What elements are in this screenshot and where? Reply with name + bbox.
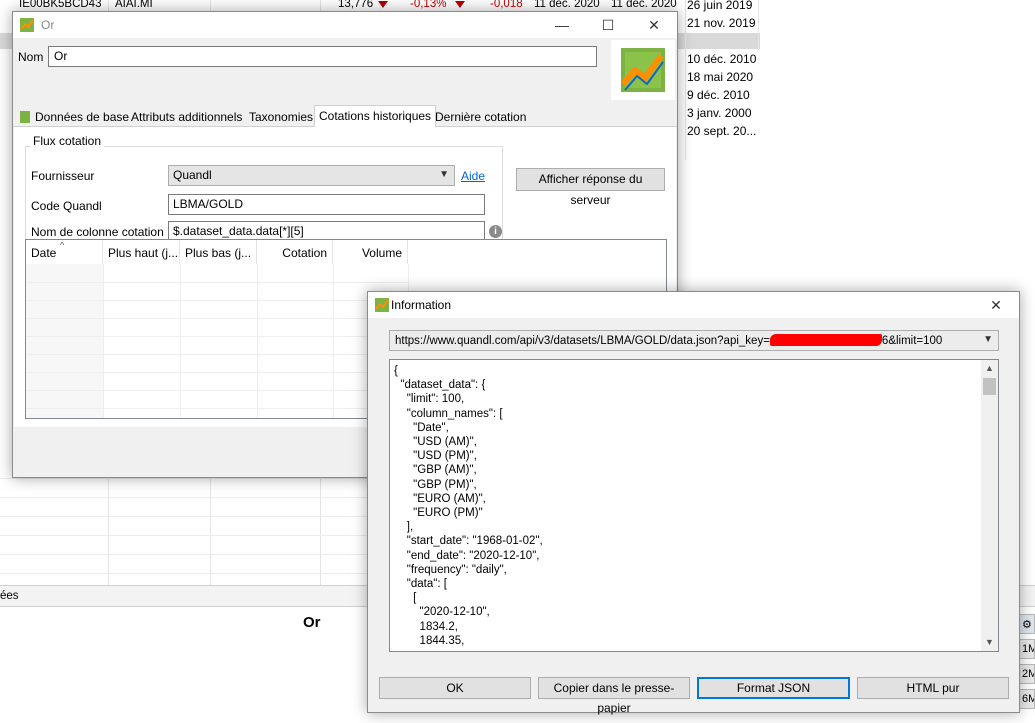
code-quandl-input[interactable]: LBMA/GOLD	[168, 194, 485, 215]
json-line: "USD (PM)",	[394, 450, 477, 463]
json-line: {	[394, 365, 398, 377]
html-pur-button[interactable]: HTML pur	[857, 677, 1009, 699]
flux-cotation-title: Flux cotation	[30, 134, 105, 148]
json-line: "EURO (AM)",	[394, 492, 486, 505]
format-json-button[interactable]: Format JSON	[697, 677, 850, 699]
nom-label: Nom	[18, 50, 44, 64]
window-title: Or	[41, 18, 55, 32]
json-line: "USD (AM)",	[394, 436, 477, 449]
json-line: "GBP (AM)",	[394, 464, 477, 477]
tab-taxonomies[interactable]: Taxonomies	[245, 107, 317, 127]
list-item: 18 mai 2020	[687, 70, 754, 84]
code-quandl-label: Code Quandl	[31, 199, 102, 213]
aide-link[interactable]: Aide	[461, 169, 485, 183]
json-line: 1844.35,	[394, 634, 465, 647]
down-arrow-icon	[378, 0, 388, 11]
security-logo	[611, 40, 675, 100]
json-line: "end_date": "2020-12-10",	[394, 549, 540, 562]
list-item: 26 juin 2019	[687, 0, 753, 12]
title-bar[interactable]: Or — ☐ ✕	[13, 12, 677, 38]
json-line: "data": [	[394, 578, 447, 591]
show-server-response-button[interactable]: Afficher réponse du serveur	[516, 168, 665, 207]
column-header-date[interactable]: Date	[26, 240, 103, 264]
column-header-cotation[interactable]: Cotation	[257, 240, 333, 264]
column-header-volume[interactable]: Volume	[333, 240, 408, 264]
tab-derniere-cotation[interactable]: Dernière cotation	[431, 107, 530, 127]
fournisseur-label: Fournisseur	[31, 169, 95, 183]
column-header-plus-haut[interactable]: Plus haut (j...	[103, 240, 180, 264]
document-icon	[20, 111, 30, 123]
tab-attributs-additionnels[interactable]: Attributs additionnels	[127, 107, 246, 127]
list-item: 21 nov. 2019	[687, 16, 756, 30]
chart-title: Or	[303, 614, 321, 631]
tab-cotations-historiques[interactable]: Cotations historiques	[314, 105, 437, 128]
ok-button[interactable]: OK	[379, 677, 531, 699]
json-line: 1834.2,	[394, 620, 458, 633]
information-dialog: Information ✕ https://www.quandl.com/api…	[367, 291, 1020, 715]
title-bar[interactable]: Information ✕	[368, 292, 1019, 318]
json-line: "start_date": "1968-01-02",	[394, 535, 543, 548]
scroll-down-icon[interactable]: ▼	[981, 634, 998, 651]
copy-to-clipboard-button[interactable]: Copier dans le presse-papier	[538, 677, 690, 715]
scroll-thumb[interactable]	[983, 378, 996, 395]
chevron-down-icon: ▼	[439, 169, 449, 180]
minimize-icon[interactable]: —	[539, 12, 585, 38]
range-2m-button[interactable]: 2M	[1019, 664, 1035, 684]
bottom-tab-label[interactable]: ées	[0, 590, 19, 602]
info-icon[interactable]: i	[489, 225, 502, 238]
app-logo-icon	[20, 18, 34, 32]
gear-icon[interactable]: ⚙	[1019, 614, 1035, 634]
scroll-up-icon[interactable]: ▲	[981, 360, 998, 377]
json-line: "frequency": "daily",	[394, 563, 507, 576]
list-item: 9 déc. 2010	[687, 88, 750, 102]
json-line: "2020-12-10",	[394, 606, 490, 619]
chart-logo-icon	[620, 48, 665, 92]
json-line: [	[394, 592, 417, 605]
fournisseur-select[interactable]: Quandl ▼	[168, 165, 455, 186]
maximize-icon[interactable]: ☐	[585, 12, 631, 38]
url-prefix: https://www.quandl.com/api/v3/datasets/L…	[395, 335, 770, 347]
json-content: { "dataset_data": { "limit": 100, "colum…	[394, 364, 543, 648]
json-line: "GBP (PM)",	[394, 478, 477, 491]
range-1m-button[interactable]: 1M	[1019, 639, 1035, 659]
list-item: 10 déc. 2010	[687, 52, 757, 66]
json-line: "dataset_data": {	[394, 379, 486, 392]
json-line: "limit": 100,	[394, 393, 465, 406]
column-header-plus-bas[interactable]: Plus bas (j...	[180, 240, 257, 264]
nom-input[interactable]: Or	[48, 46, 597, 67]
json-line: "EURO (PM)"	[394, 507, 483, 520]
close-icon[interactable]: ✕	[631, 12, 677, 38]
json-line: "column_names": [	[394, 407, 503, 420]
server-response-textarea[interactable]: { "dataset_data": { "limit": 100, "colum…	[389, 359, 999, 652]
chevron-down-icon: ▼	[983, 334, 993, 345]
close-icon[interactable]: ✕	[973, 292, 1019, 318]
redaction-mark	[769, 334, 882, 346]
tab-donnees-de-base[interactable]: Données de base	[16, 107, 133, 127]
app-logo-icon	[375, 298, 389, 312]
list-item: 3 janv. 2000	[687, 106, 752, 120]
sort-ascending-icon: ^	[60, 240, 65, 250]
nom-colonne-label: Nom de colonne cotation	[31, 225, 164, 239]
json-line: ],	[394, 521, 414, 534]
vertical-scrollbar[interactable]: ▲ ▼	[981, 360, 998, 651]
dialog-title: Information	[391, 298, 452, 312]
json-line: "Date",	[394, 421, 449, 434]
url-suffix: 6&limit=100	[881, 335, 943, 347]
request-url-select[interactable]: https://www.quandl.com/api/v3/datasets/L…	[389, 330, 999, 351]
tab-strip: Données de base Attributs additionnels T…	[13, 105, 677, 128]
list-item: 20 sept. 20...	[687, 124, 757, 138]
range-6m-button[interactable]: 6M	[1019, 689, 1035, 709]
down-arrow-icon	[455, 0, 465, 11]
